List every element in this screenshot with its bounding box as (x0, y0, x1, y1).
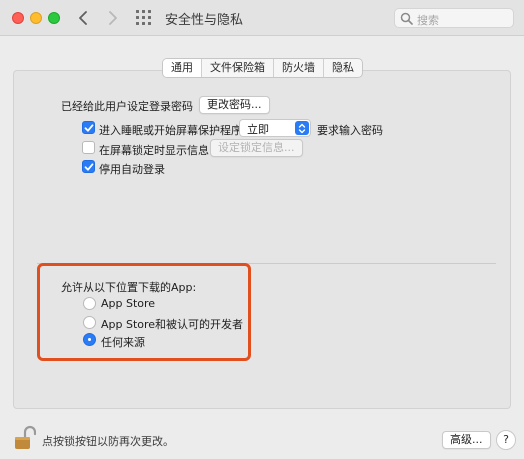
lock-button[interactable] (14, 425, 37, 454)
search-icon (400, 12, 413, 25)
set-lock-message-button[interactable]: 设定锁定信息... (210, 139, 303, 157)
tab-privacy[interactable]: 隐私 (323, 59, 362, 77)
minimize-window-button[interactable] (30, 12, 42, 24)
radio-anywhere-label: 任何来源 (101, 336, 145, 349)
close-window-button[interactable] (12, 12, 24, 24)
tab-filevault[interactable]: 文件保险箱 (201, 59, 273, 77)
radio-app-store[interactable] (83, 297, 96, 310)
back-button[interactable] (74, 8, 92, 28)
help-button[interactable]: ? (496, 430, 516, 450)
password-delay-value: 立即 (247, 123, 269, 136)
checkmark-icon (84, 163, 94, 171)
require-password-suffix: 要求输入密码 (317, 124, 383, 137)
change-password-button[interactable]: 更改密码... (199, 96, 270, 114)
tab-bar: 通用 文件保险箱 防火墙 隐私 (162, 58, 363, 78)
radio-app-store-identified-label: App Store和被认可的开发者 (101, 318, 244, 331)
require-password-label: 进入睡眠或开始屏幕保护程序 (99, 124, 242, 137)
app-download-heading: 允许从以下位置下载的App: (61, 281, 197, 294)
disable-autologin-label: 停用自动登录 (99, 163, 165, 176)
password-delay-select[interactable]: 立即 (239, 119, 311, 137)
chevron-right-icon (109, 11, 117, 25)
radio-app-store-label: App Store (101, 297, 156, 310)
chevron-left-icon (79, 11, 87, 25)
unlocked-padlock-icon (15, 425, 37, 449)
show-all-grid-button[interactable] (136, 10, 152, 26)
search-placeholder: 搜索 (417, 14, 439, 27)
radio-anywhere[interactable] (83, 333, 96, 346)
checkmark-icon (84, 124, 94, 132)
window-title: 安全性与隐私 (165, 13, 244, 28)
search-field[interactable]: 搜索 (394, 8, 514, 28)
disable-autologin-checkbox[interactable] (82, 160, 95, 173)
titlebar: 安全性与隐私 搜索 (0, 0, 524, 36)
tab-firewall[interactable]: 防火墙 (273, 59, 323, 77)
password-set-label: 已经给此用户设定登录密码 (61, 100, 193, 113)
zoom-window-button[interactable] (48, 12, 60, 24)
show-message-checkbox[interactable] (82, 141, 95, 154)
updown-arrows-icon (295, 121, 309, 135)
require-password-checkbox[interactable] (82, 121, 95, 134)
forward-button[interactable] (104, 8, 122, 28)
show-message-label: 在屏幕锁定时显示信息 (99, 144, 209, 157)
lock-hint-text: 点按锁按钮以防再次更改。 (42, 435, 174, 448)
advanced-button[interactable]: 高级... (442, 431, 491, 449)
tab-general[interactable]: 通用 (163, 59, 201, 77)
preferences-window: 安全性与隐私 搜索 通用 文件保险箱 防火墙 隐私 已经给此用户设定登录密码 更… (0, 0, 524, 459)
radio-app-store-identified[interactable] (83, 316, 96, 329)
